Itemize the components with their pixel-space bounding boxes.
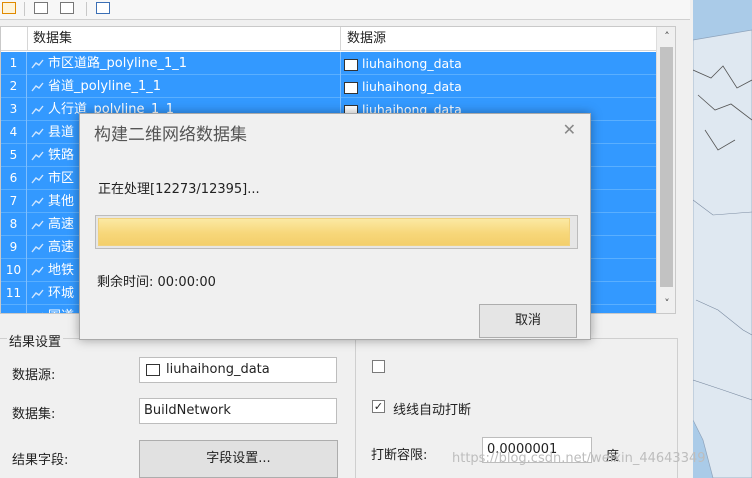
dataset-name: 市区道路_polyline_1_1 (48, 56, 188, 71)
dataset-name: 国道 (48, 309, 74, 313)
toolbar-separator (24, 2, 25, 16)
table-row[interactable]: 1 市区道路_polyline_1_1 liuhaihong_data (1, 52, 656, 75)
column-divider (340, 75, 341, 98)
dataset-label: 数据集: (12, 407, 56, 422)
row-number: 2 (1, 75, 27, 98)
datasource-name: liuhaihong_data (362, 79, 462, 94)
polyline-icon (31, 266, 44, 275)
watermark: https://blog.csdn.net/weixin_44643349 (452, 451, 706, 466)
database-icon (146, 363, 160, 376)
dataset-cell[interactable]: 环城 (31, 282, 74, 305)
remaining-time: 剩余时间: 00:00:00 (97, 275, 216, 290)
polyline-icon (31, 289, 44, 298)
dataset-cell[interactable]: 其他 (31, 190, 74, 213)
header-divider (27, 27, 28, 51)
dataset-cell[interactable]: 市区道路_polyline_1_1 (31, 52, 187, 75)
dialog-title: 构建二维网络数据集 (94, 125, 247, 145)
dataset-name: 省道_polyline_1_1 (48, 79, 162, 94)
datasource-cell[interactable]: liuhaihong_data (344, 75, 462, 98)
dataset-name: 市区 (48, 171, 75, 186)
chart-icon[interactable] (96, 2, 110, 14)
dataset-cell[interactable]: 高速 (31, 213, 74, 236)
result-settings-group: 结果设置 数据源: liuhaihong_data 数据集: BuildNetw… (0, 331, 347, 478)
column-divider (340, 52, 341, 75)
datasource-name: liuhaihong_data (362, 56, 462, 71)
dataset-name: 环城 (48, 286, 75, 301)
progress-dialog: 构建二维网络数据集 ✕ 正在处理[12273/12395]... 剩余时间: 0… (79, 113, 591, 340)
dataset-name: 高速 (48, 217, 75, 232)
dataset-name: 高速 (48, 240, 75, 255)
scroll-down-icon[interactable]: ˅ (657, 295, 675, 313)
dataset-name: 地铁 (48, 263, 75, 278)
row-number: 3 (1, 98, 27, 121)
close-icon[interactable]: ✕ (563, 120, 576, 139)
polyline-icon (31, 128, 44, 137)
row-number: 6 (1, 167, 27, 190)
dataset-cell[interactable]: 地铁 (31, 259, 74, 282)
database-icon (344, 58, 358, 71)
auto-break-checkbox[interactable]: ✓ (372, 400, 385, 413)
polyline-icon (31, 59, 44, 68)
result-settings-title: 结果设置 (7, 331, 64, 350)
row-number: 8 (1, 213, 27, 236)
row-number: 9 (1, 236, 27, 259)
database-icon (344, 81, 358, 94)
dataset-cell[interactable]: 县道 (31, 121, 74, 144)
row-number: 5 (1, 144, 27, 167)
dataset-name: 县道 (48, 125, 75, 140)
checkmark-icon: ✓ (373, 400, 384, 413)
map-features (693, 29, 752, 478)
grid-scrollbar[interactable]: ˄ ˅ (656, 27, 675, 313)
grid-header: 数据集 数据源 (1, 27, 656, 51)
cancel-button[interactable]: 取消 (479, 304, 577, 338)
row-number (1, 305, 27, 313)
polyline-icon (41, 312, 44, 313)
move-up-icon[interactable] (34, 2, 48, 14)
row-number: 11 (1, 282, 27, 305)
auto-break-label: 线线自动打断 (393, 403, 472, 418)
dataset-cell[interactable]: 省道_polyline_1_1 (31, 75, 161, 98)
polyline-icon (31, 220, 44, 229)
polyline-icon (31, 174, 44, 183)
dataset-name: 铁路 (48, 148, 75, 163)
scroll-up-icon[interactable]: ˄ (657, 28, 675, 46)
datasource-select[interactable]: liuhaihong_data (139, 357, 337, 383)
toolbar-separator (86, 2, 87, 16)
dataset-cell[interactable]: 国道 (31, 305, 74, 313)
add-icon[interactable] (2, 2, 16, 14)
dataset-cell[interactable]: 高速 (31, 236, 74, 259)
map-view[interactable] (693, 0, 752, 478)
datasource-label: 数据源: (12, 368, 56, 383)
row-number: 4 (1, 121, 27, 144)
polyline-icon (31, 151, 44, 160)
scrollbar-thumb[interactable] (660, 47, 673, 287)
table-row[interactable]: 2 省道_polyline_1_1 liuhaihong_data (1, 75, 656, 98)
progress-bar (95, 215, 578, 249)
polyline-icon (31, 82, 44, 91)
dataset-name-input[interactable]: BuildNetwork (139, 398, 337, 424)
datasource-value: liuhaihong_data (166, 362, 270, 377)
row-number: 1 (1, 52, 27, 75)
move-down-icon[interactable] (60, 2, 74, 14)
row-number: 10 (1, 259, 27, 282)
header-divider (340, 27, 341, 51)
polyline-icon (31, 243, 44, 252)
auto-interrupt-checkbox[interactable] (372, 360, 385, 373)
progress-fill (98, 218, 570, 246)
datasource-cell[interactable]: liuhaihong_data (344, 52, 462, 75)
row-number: 7 (1, 190, 27, 213)
dataset-cell[interactable]: 市区 (31, 167, 74, 190)
result-fields-label: 结果字段: (12, 453, 69, 468)
tolerance-label: 打断容限: (371, 448, 428, 463)
progress-status: 正在处理[12273/12395]... (98, 182, 260, 197)
polyline-icon (31, 197, 44, 206)
column-header-datasource[interactable]: 数据源 (347, 27, 386, 51)
polyline-icon (31, 105, 44, 114)
dataset-name: 其他 (48, 194, 75, 209)
dataset-cell[interactable]: 铁路 (31, 144, 74, 167)
column-header-dataset[interactable]: 数据集 (33, 27, 72, 51)
toolbar (0, 0, 690, 20)
field-settings-button[interactable]: 字段设置... (139, 440, 338, 478)
